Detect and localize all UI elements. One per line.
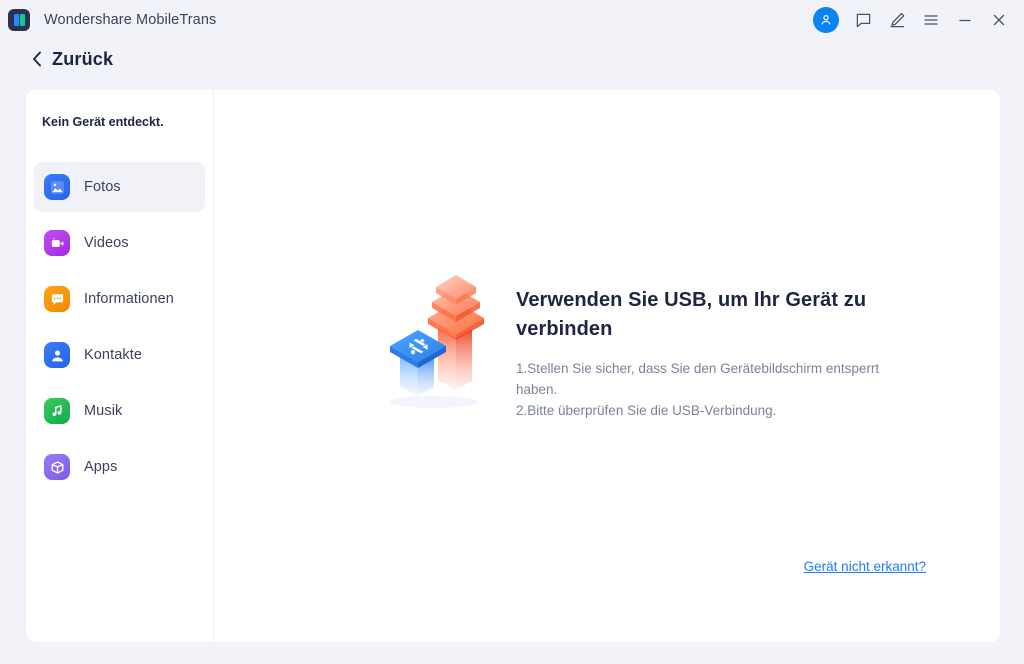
menu-button[interactable] <box>914 3 948 37</box>
mobiletrans-logo-icon <box>8 9 30 31</box>
photos-icon <box>44 174 70 200</box>
sidebar-item-label: Fotos <box>84 179 121 195</box>
app-title: Wondershare MobileTrans <box>44 12 217 28</box>
sidebar-item-label: Videos <box>84 235 129 251</box>
user-avatar-icon <box>813 7 839 33</box>
feedback-button[interactable] <box>846 3 880 37</box>
close-button[interactable] <box>982 3 1016 37</box>
empty-state: Verwenden Sie USB, um Ihr Gerät zu verbi… <box>372 268 916 421</box>
sidebar-list: Fotos Videos Informationen Kontakte Musi… <box>26 162 213 492</box>
chevron-left-icon <box>31 50 43 68</box>
content-card: Kein Gerät entdeckt. Fotos Videos Inform… <box>26 90 1000 642</box>
minimize-icon <box>959 19 971 22</box>
sidebar-item-videos[interactable]: Videos <box>34 218 205 268</box>
sidebar-item-apps[interactable]: Apps <box>34 442 205 492</box>
contacts-icon <box>44 342 70 368</box>
minimize-button[interactable] <box>948 3 982 37</box>
empty-state-description: 1.Stellen Sie sicher, dass Sie den Gerät… <box>516 358 916 421</box>
main-panel: Verwenden Sie USB, um Ihr Gerät zu verbi… <box>214 90 1000 642</box>
device-status-label: Kein Gerät entdeckt. <box>42 115 164 129</box>
sidebar-item-label: Musik <box>84 403 123 419</box>
comment-icon <box>856 13 870 27</box>
usb-transfer-illustration <box>372 272 502 417</box>
sidebar-item-kontakte[interactable]: Kontakte <box>34 330 205 380</box>
device-not-recognized-link[interactable]: Gerät nicht erkannt? <box>804 559 926 574</box>
title-bar: Wondershare MobileTrans <box>0 0 1024 40</box>
sidebar-item-musik[interactable]: Musik <box>34 386 205 436</box>
pen-icon <box>890 12 905 28</box>
back-navigation[interactable]: Zurück <box>0 40 1024 78</box>
sidebar: Kein Gerät entdeckt. Fotos Videos Inform… <box>26 90 214 642</box>
apps-icon <box>44 454 70 480</box>
account-avatar-button[interactable] <box>812 3 846 37</box>
sidebar-item-informationen[interactable]: Informationen <box>34 274 205 324</box>
empty-state-text: Verwenden Sie USB, um Ihr Gerät zu verbi… <box>516 268 916 421</box>
description-line-1: 1.Stellen Sie sicher, dass Sie den Gerät… <box>516 361 880 397</box>
description-line-2: 2.Bitte überprüfen Sie die USB-Verbindun… <box>516 403 777 418</box>
sidebar-item-label: Informationen <box>84 291 174 307</box>
empty-state-title: Verwenden Sie USB, um Ihr Gerät zu verbi… <box>516 289 867 340</box>
videos-icon <box>44 230 70 256</box>
hamburger-menu-icon <box>924 15 938 25</box>
messages-icon <box>44 286 70 312</box>
edit-button[interactable] <box>880 3 914 37</box>
sidebar-item-label: Kontakte <box>84 347 143 363</box>
sidebar-item-label: Apps <box>84 459 118 475</box>
back-label: Zurück <box>52 48 114 69</box>
sidebar-item-fotos[interactable]: Fotos <box>34 162 205 212</box>
close-icon <box>993 14 1005 26</box>
music-icon <box>44 398 70 424</box>
